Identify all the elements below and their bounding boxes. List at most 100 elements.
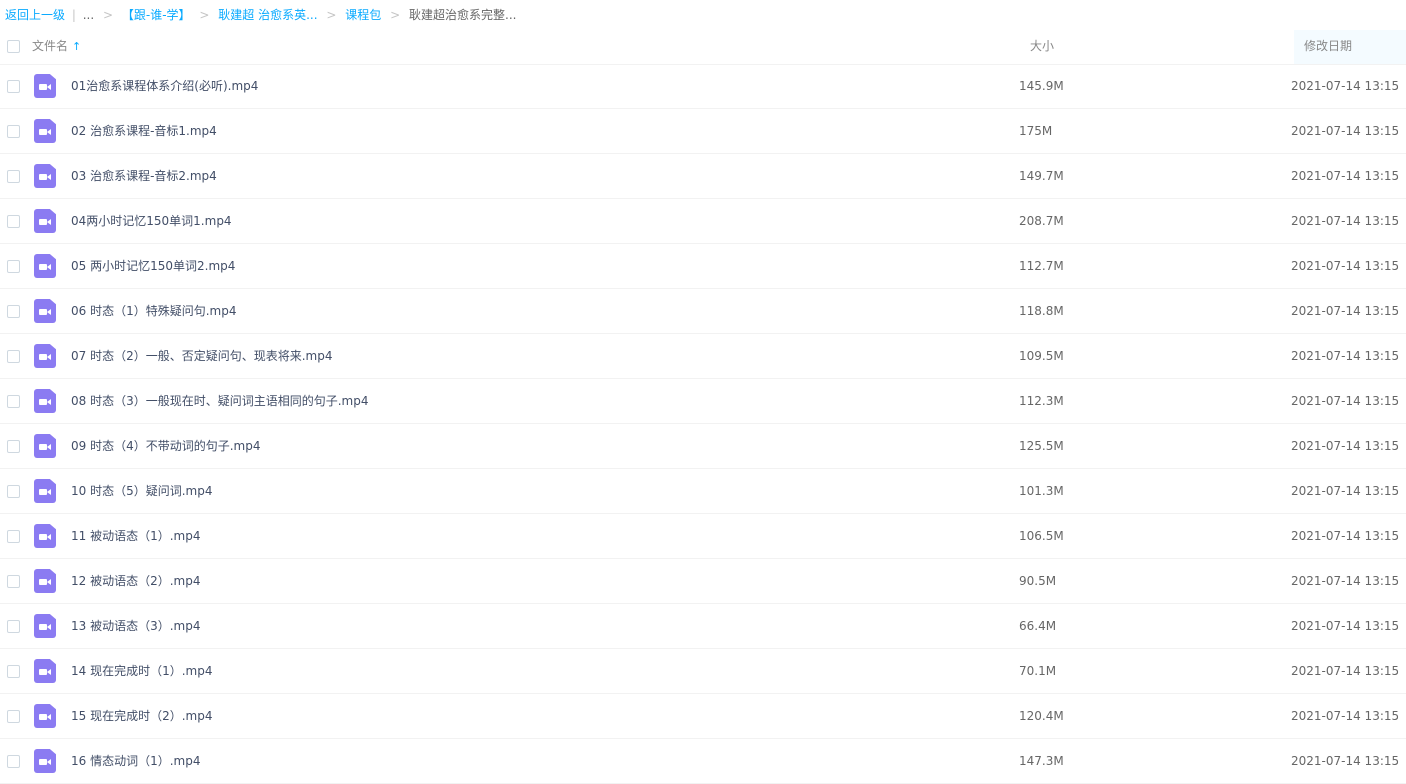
file-name-link[interactable]: 12 被动语态（2）.mp4 [71,559,200,603]
file-modified-date: 2021-07-14 13:15 [1291,124,1400,138]
file-name-link[interactable]: 15 现在完成时（2）.mp4 [71,694,212,738]
file-row[interactable]: 02 治愈系课程-音标1.mp4 175M 2021-07-14 13:15 [0,109,1406,154]
file-size: 90.5M [1019,574,1057,588]
file-row[interactable]: 01治愈系课程体系介绍(必听).mp4 145.9M 2021-07-14 13:1… [0,64,1406,109]
file-size: 66.4M [1019,619,1057,633]
file-name-link[interactable]: 13 被动语态（3）.mp4 [71,604,200,648]
file-size: 112.7M [1019,259,1064,273]
breadcrumb-current: 耿建超治愈系完整... [409,8,517,22]
file-row[interactable]: 09 时态（4）不带动词的句子.mp4 125.5M 2021-07-14 13:1… [0,424,1406,469]
video-file-icon [34,209,56,233]
file-name-link[interactable]: 07 时态（2）一般、否定疑问句、现表将来.mp4 [71,334,332,378]
row-checkbox[interactable] [7,260,20,273]
breadcrumb-ellipsis[interactable]: ... [83,8,94,22]
file-name-link[interactable]: 14 现在完成时（1）.mp4 [71,649,212,693]
row-checkbox[interactable] [7,80,20,93]
breadcrumb-item[interactable]: 【跟-谁-学】 [122,8,191,22]
file-row[interactable]: 12 被动语态（2）.mp4 90.5M 2021-07-14 13:15 [0,559,1406,604]
file-modified-date: 2021-07-14 13:15 [1291,349,1400,363]
video-file-icon [34,569,56,593]
row-checkbox[interactable] [7,440,20,453]
breadcrumb-separator: > [199,8,210,22]
file-modified-date: 2021-07-14 13:15 [1291,664,1400,678]
video-file-icon [34,74,56,98]
name-column-label: 文件名 [32,39,69,53]
file-row[interactable]: 13 被动语态（3）.mp4 66.4M 2021-07-14 13:15 [0,604,1406,649]
file-row[interactable]: 07 时态（2）一般、否定疑问句、现表将来.mp4 109.5M 2021-07-1… [0,334,1406,379]
sort-ascending-icon: ↑ [72,40,82,53]
file-row[interactable]: 03 治愈系课程-音标2.mp4 149.7M 2021-07-14 13:15 [0,154,1406,199]
select-all-checkbox[interactable] [7,40,20,53]
file-name-link[interactable]: 16 情态动词（1）.mp4 [71,739,200,783]
file-row[interactable]: 15 现在完成时（2）.mp4 120.4M 2021-07-14 13:15 [0,694,1406,739]
file-name-link[interactable]: 06 时态（1）特殊疑问句.mp4 [71,289,236,333]
file-modified-date: 2021-07-14 13:15 [1291,574,1400,588]
row-checkbox[interactable] [7,620,20,633]
file-size: 118.8M [1019,304,1064,318]
breadcrumb-divider: | [71,8,76,22]
file-row[interactable]: 14 现在完成时（1）.mp4 70.1M 2021-07-14 13:15 [0,649,1406,694]
video-file-icon [34,614,56,638]
video-file-icon [34,344,56,368]
file-row[interactable]: 05 两小时记忆150单词2.mp4 112.7M 2021-07-14 13:15 [0,244,1406,289]
file-modified-date: 2021-07-14 13:15 [1291,259,1400,273]
file-list-header: 文件名 ↑ 大小 修改日期 [0,30,1406,65]
file-name-link[interactable]: 11 被动语态（1）.mp4 [71,514,200,558]
breadcrumb-separator: > [390,8,401,22]
file-size: 145.9M [1019,79,1064,93]
file-modified-date: 2021-07-14 13:15 [1291,79,1400,93]
file-name-link[interactable]: 09 时态（4）不带动词的句子.mp4 [71,424,260,468]
row-checkbox[interactable] [7,350,20,363]
name-column-header[interactable]: 文件名 ↑ [32,30,81,64]
back-link[interactable]: 返回上一级 [5,8,65,22]
row-checkbox[interactable] [7,215,20,228]
row-checkbox[interactable] [7,170,20,183]
file-size: 147.3M [1019,754,1064,768]
file-row[interactable]: 08 时态（3）一般现在时、疑问词主语相同的句子.mp4 112.3M 2021-0… [0,379,1406,424]
video-file-icon [34,119,56,143]
row-checkbox[interactable] [7,485,20,498]
breadcrumb-item[interactable]: 课程包 [345,8,381,22]
file-size: 109.5M [1019,349,1064,363]
breadcrumb-item[interactable]: 耿建超 治愈系英... [218,8,317,22]
file-modified-date: 2021-07-14 13:15 [1291,484,1400,498]
file-name-link[interactable]: 01治愈系课程体系介绍(必听).mp4 [71,64,258,108]
file-name-link[interactable]: 02 治愈系课程-音标1.mp4 [71,109,217,153]
video-file-icon [34,704,56,728]
file-modified-date: 2021-07-14 13:15 [1291,169,1400,183]
file-name-link[interactable]: 05 两小时记忆150单词2.mp4 [71,244,235,288]
file-row[interactable]: 10 时态（5）疑问词.mp4 101.3M 2021-07-14 13:15 [0,469,1406,514]
row-checkbox[interactable] [7,665,20,678]
file-name-link[interactable]: 04两小时记忆150单词1.mp4 [71,199,232,243]
file-size: 120.4M [1019,709,1064,723]
file-row[interactable]: 11 被动语态（1）.mp4 106.5M 2021-07-14 13:15 [0,514,1406,559]
file-size: 101.3M [1019,484,1064,498]
file-modified-date: 2021-07-14 13:15 [1291,529,1400,543]
breadcrumb-separator: > [103,8,114,22]
row-checkbox[interactable] [7,530,20,543]
date-column-header[interactable]: 修改日期 [1304,30,1352,64]
breadcrumb: 返回上一级 | ... > 【跟-谁-学】 > 耿建超 治愈系英... > 课程… [5,0,516,30]
row-checkbox[interactable] [7,395,20,408]
row-checkbox[interactable] [7,755,20,768]
video-file-icon [34,434,56,458]
row-checkbox[interactable] [7,575,20,588]
video-file-icon [34,299,56,323]
file-name-link[interactable]: 10 时态（5）疑问词.mp4 [71,469,212,513]
video-file-icon [34,479,56,503]
file-name-link[interactable]: 08 时态（3）一般现在时、疑问词主语相同的句子.mp4 [71,379,368,423]
file-row[interactable]: 06 时态（1）特殊疑问句.mp4 118.8M 2021-07-14 13:15 [0,289,1406,334]
row-checkbox[interactable] [7,125,20,138]
row-checkbox[interactable] [7,710,20,723]
file-name-link[interactable]: 03 治愈系课程-音标2.mp4 [71,154,217,198]
file-modified-date: 2021-07-14 13:15 [1291,619,1400,633]
file-modified-date: 2021-07-14 13:15 [1291,439,1400,453]
video-file-icon [34,524,56,548]
size-column-header[interactable]: 大小 [1030,30,1054,64]
file-row[interactable]: 04两小时记忆150单词1.mp4 208.7M 2021-07-14 13:15 [0,199,1406,244]
file-size: 125.5M [1019,439,1064,453]
row-checkbox[interactable] [7,305,20,318]
file-modified-date: 2021-07-14 13:15 [1291,394,1400,408]
file-row[interactable]: 16 情态动词（1）.mp4 147.3M 2021-07-14 13:15 [0,739,1406,784]
file-size: 208.7M [1019,214,1064,228]
